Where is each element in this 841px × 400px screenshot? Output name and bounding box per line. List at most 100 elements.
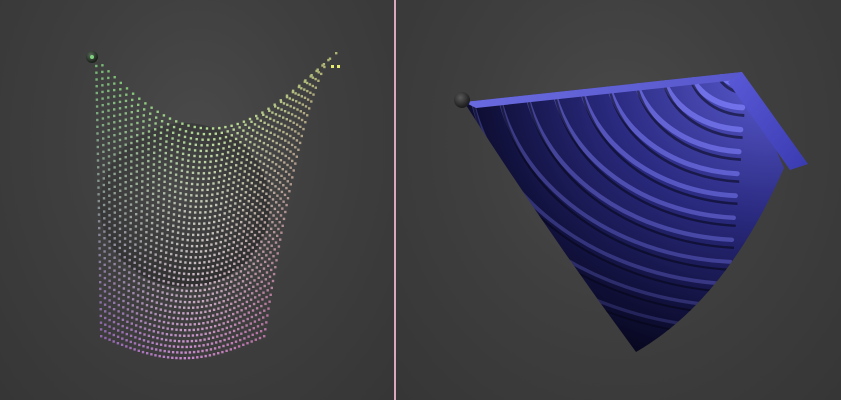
cloth-particle xyxy=(225,282,229,285)
cloth-particle xyxy=(146,171,150,175)
cloth-particle xyxy=(97,172,100,176)
cloth-particle xyxy=(287,157,291,160)
cloth-particle xyxy=(232,312,235,316)
cloth-particle xyxy=(120,343,124,346)
cloth-particle xyxy=(139,252,142,255)
cloth-particle xyxy=(152,288,155,291)
cloth-particle xyxy=(233,143,236,146)
cloth-particle xyxy=(289,119,292,123)
cloth-particle xyxy=(108,174,111,178)
cloth-particle xyxy=(103,290,107,293)
cloth-particle xyxy=(178,266,182,269)
cloth-particle xyxy=(159,137,162,140)
cloth-particle xyxy=(126,320,129,323)
cloth-particle xyxy=(124,118,127,121)
cloth-particle xyxy=(203,261,206,264)
cloth-particle xyxy=(248,126,251,129)
cloth-particle xyxy=(283,110,287,113)
cloth-particle xyxy=(264,135,267,139)
cloth-particle xyxy=(102,183,105,187)
cloth-particle xyxy=(195,138,198,141)
cloth-particle xyxy=(140,228,143,231)
cloth-particle xyxy=(211,143,215,147)
cloth-particle xyxy=(180,289,184,292)
cloth-particle xyxy=(135,182,138,185)
cloth-particle xyxy=(189,199,193,203)
cloth-particle xyxy=(212,226,215,229)
cloth-particle xyxy=(118,94,122,97)
cloth-particle xyxy=(204,332,207,335)
cloth-particle xyxy=(236,266,239,269)
cloth-particle xyxy=(155,342,159,345)
cloth-particle xyxy=(95,85,98,88)
cloth-particle xyxy=(217,279,221,283)
cloth-particle xyxy=(277,135,280,138)
cloth-particle xyxy=(108,220,111,224)
cloth-particle xyxy=(142,339,146,342)
cloth-particle xyxy=(251,333,254,336)
cloth-particle xyxy=(189,261,192,265)
cloth-particle xyxy=(226,130,229,133)
cloth-particle xyxy=(297,85,301,89)
cloth-particle xyxy=(124,199,127,203)
cloth-particle xyxy=(218,137,222,140)
cloth-particle xyxy=(238,205,241,209)
cloth-particle xyxy=(192,233,195,237)
cloth-particle xyxy=(212,182,215,185)
cloth-particle xyxy=(175,162,178,165)
cloth-particle xyxy=(167,350,171,353)
left-3d-viewport[interactable] xyxy=(0,0,394,400)
cloth-particle xyxy=(113,198,116,201)
cloth-particle xyxy=(246,342,249,345)
cloth-particle xyxy=(241,236,244,239)
right-3d-viewport[interactable] xyxy=(396,0,841,400)
cloth-particle xyxy=(113,95,116,98)
cloth-particle xyxy=(280,231,283,234)
cloth-particle xyxy=(183,334,186,337)
cloth-particle xyxy=(112,320,116,324)
cloth-particle xyxy=(134,249,137,252)
cloth-particle xyxy=(234,278,237,281)
cloth-particle xyxy=(130,172,133,175)
cloth-particle xyxy=(125,339,128,342)
cloth-particle xyxy=(194,317,197,320)
cloth-particle xyxy=(252,196,255,200)
cloth-particle xyxy=(191,278,194,281)
cloth-particle xyxy=(103,276,107,280)
cloth-particle xyxy=(236,152,240,155)
cloth-particle xyxy=(201,272,204,275)
cloth-particle xyxy=(240,220,243,224)
cloth-particle xyxy=(118,240,122,243)
cloth-particle xyxy=(209,304,212,307)
cloth-particle xyxy=(140,210,143,213)
cloth-particle xyxy=(193,222,196,225)
cloth-particle xyxy=(148,118,151,121)
cloth-particle xyxy=(270,286,273,290)
cloth-particle xyxy=(232,329,236,333)
cloth-particle xyxy=(184,204,187,207)
particle-cloth-scene[interactable] xyxy=(0,0,394,400)
cloth-particle xyxy=(96,145,99,149)
cloth-particle xyxy=(267,158,271,161)
cloth-particle xyxy=(262,183,266,187)
cloth-particle xyxy=(124,112,127,115)
cloth-particle xyxy=(152,282,155,285)
cloth-particle xyxy=(234,169,237,173)
cloth-particle xyxy=(134,225,138,228)
cloth-particle xyxy=(148,262,152,266)
cloth-particle xyxy=(174,305,177,308)
cloth-particle xyxy=(244,267,247,271)
cloth-particle xyxy=(172,125,176,129)
cloth-particle xyxy=(196,183,199,186)
cloth-particle xyxy=(142,345,145,348)
cloth-particle xyxy=(139,234,143,237)
cloth-particle xyxy=(124,162,127,165)
cloth-particle xyxy=(185,182,188,185)
pin-handle-icon[interactable] xyxy=(454,92,470,108)
cloth-particle xyxy=(175,356,178,360)
cloth-particle xyxy=(176,237,179,240)
cloth-particle xyxy=(188,210,192,214)
cloth-particle xyxy=(256,151,259,155)
cloth-particle xyxy=(130,185,133,188)
shaded-sheet-scene[interactable] xyxy=(396,0,841,400)
